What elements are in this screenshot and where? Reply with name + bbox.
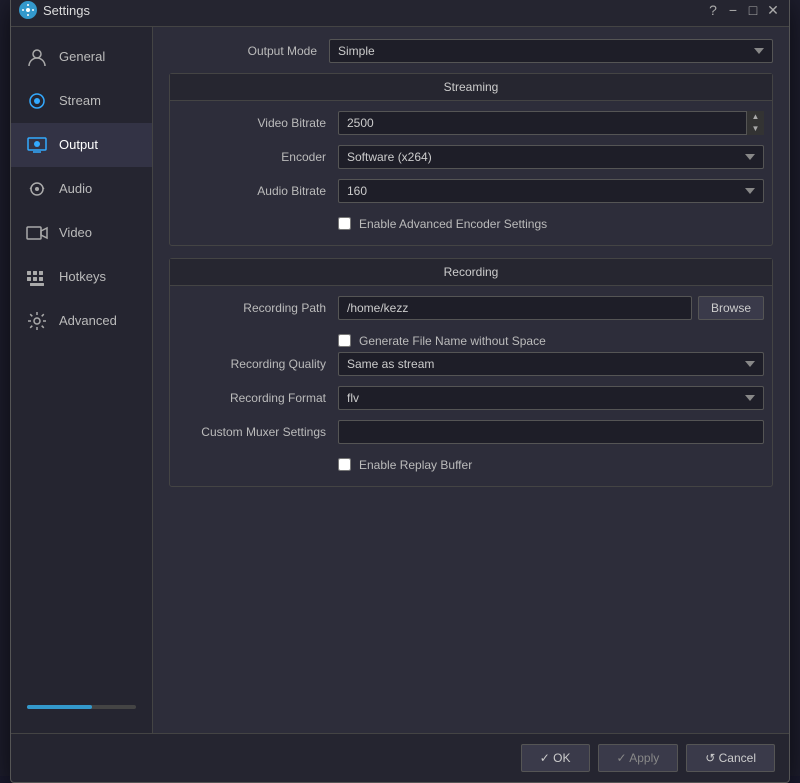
video-bitrate-up[interactable]: ▲ <box>746 111 764 123</box>
encoder-row: Encoder Software (x264) Hardware (NVENC)… <box>178 145 764 169</box>
window-controls: ? − □ ✕ <box>705 2 781 18</box>
recording-quality-label: Recording Quality <box>178 357 338 371</box>
help-button[interactable]: ? <box>705 2 721 18</box>
recording-format-label: Recording Format <box>178 391 338 405</box>
main-content: Output Mode Simple Advanced Streaming Vi… <box>153 27 789 733</box>
replay-buffer-label[interactable]: Enable Replay Buffer <box>359 458 472 472</box>
sidebar-progress-fill <box>27 705 92 709</box>
sidebar-item-stream[interactable]: Stream <box>11 79 152 123</box>
apply-button[interactable]: ✓ Apply <box>598 744 679 772</box>
recording-path-input[interactable] <box>338 296 692 320</box>
custom-muxer-label: Custom Muxer Settings <box>178 425 338 439</box>
output-icon <box>25 133 49 157</box>
video-icon <box>25 221 49 245</box>
recording-header: Recording <box>170 259 772 286</box>
recording-path-label: Recording Path <box>178 301 338 315</box>
sidebar-audio-label: Audio <box>59 181 92 196</box>
video-bitrate-spinners: ▲ ▼ <box>746 111 764 135</box>
title-bar: Settings ? − □ ✕ <box>11 0 789 27</box>
encoder-select[interactable]: Software (x264) Hardware (NVENC) Hardwar… <box>338 145 764 169</box>
general-icon <box>25 45 49 69</box>
audio-bitrate-select[interactable]: 64 96 128 160 192 256 320 <box>338 179 764 203</box>
audio-bitrate-label: Audio Bitrate <box>178 184 338 198</box>
streaming-section: Streaming Video Bitrate 2500 ▲ ▼ <box>169 73 773 246</box>
replay-buffer-checkbox[interactable] <box>338 458 351 471</box>
video-bitrate-down[interactable]: ▼ <box>746 123 764 135</box>
advanced-encoder-row: Enable Advanced Encoder Settings <box>178 213 764 235</box>
recording-quality-control: Same as stream High Quality, Medium File… <box>338 352 764 376</box>
sidebar-bottom <box>11 697 152 725</box>
generate-filename-label[interactable]: Generate File Name without Space <box>359 334 546 348</box>
replay-buffer-row: Enable Replay Buffer <box>178 454 764 476</box>
sidebar-item-hotkeys[interactable]: Hotkeys <box>11 255 152 299</box>
encoder-control: Software (x264) Hardware (NVENC) Hardwar… <box>338 145 764 169</box>
sidebar-progress-bar <box>27 705 136 709</box>
recording-path-row: Recording Path Browse <box>178 296 764 320</box>
recording-quality-select[interactable]: Same as stream High Quality, Medium File… <box>338 352 764 376</box>
streaming-body: Video Bitrate 2500 ▲ ▼ <box>170 101 772 245</box>
custom-muxer-input[interactable] <box>338 420 764 444</box>
custom-muxer-row: Custom Muxer Settings <box>178 420 764 444</box>
encoder-label: Encoder <box>178 150 338 164</box>
video-bitrate-control: 2500 ▲ ▼ <box>338 111 764 135</box>
video-bitrate-input[interactable]: 2500 <box>338 111 764 135</box>
recording-quality-row: Recording Quality Same as stream High Qu… <box>178 352 764 376</box>
audio-bitrate-control: 64 96 128 160 192 256 320 <box>338 179 764 203</box>
sidebar-advanced-label: Advanced <box>59 313 117 328</box>
path-row: Browse <box>338 296 764 320</box>
window-body: General Stream <box>11 27 789 733</box>
custom-muxer-control <box>338 420 764 444</box>
sidebar-item-output[interactable]: Output <box>11 123 152 167</box>
advanced-encoder-checkbox[interactable] <box>338 217 351 230</box>
close-button[interactable]: ✕ <box>765 2 781 18</box>
audio-bitrate-row: Audio Bitrate 64 96 128 160 192 256 320 <box>178 179 764 203</box>
sidebar-item-audio[interactable]: Audio <box>11 167 152 211</box>
generate-filename-checkbox[interactable] <box>338 334 351 347</box>
ok-button[interactable]: ✓ OK <box>521 744 590 772</box>
sidebar-stream-label: Stream <box>59 93 101 108</box>
title-bar-left: Settings <box>19 1 90 19</box>
recording-section: Recording Recording Path Browse <box>169 258 773 487</box>
sidebar-item-video[interactable]: Video <box>11 211 152 255</box>
video-bitrate-row: Video Bitrate 2500 ▲ ▼ <box>178 111 764 135</box>
audio-icon <box>25 177 49 201</box>
sidebar-video-label: Video <box>59 225 92 240</box>
window-title: Settings <box>43 3 90 18</box>
sidebar-item-general[interactable]: General <box>11 35 152 79</box>
sidebar-output-label: Output <box>59 137 98 152</box>
sidebar-general-label: General <box>59 49 105 64</box>
recording-format-control: flv mp4 mov mkv ts m3u8 <box>338 386 764 410</box>
browse-button[interactable]: Browse <box>698 296 764 320</box>
video-bitrate-label: Video Bitrate <box>178 116 338 130</box>
recording-path-control: Browse <box>338 296 764 320</box>
output-mode-select[interactable]: Simple Advanced <box>329 39 773 63</box>
maximize-button[interactable]: □ <box>745 2 761 18</box>
hotkeys-icon <box>25 265 49 289</box>
recording-format-row: Recording Format flv mp4 mov mkv ts m3u8 <box>178 386 764 410</box>
recording-body: Recording Path Browse Generate File Name… <box>170 286 772 486</box>
sidebar-hotkeys-label: Hotkeys <box>59 269 106 284</box>
advanced-icon <box>25 309 49 333</box>
cancel-button[interactable]: ↺ Cancel <box>686 744 775 772</box>
output-mode-label: Output Mode <box>169 44 329 58</box>
generate-filename-row: Generate File Name without Space <box>178 330 764 352</box>
sidebar-item-advanced[interactable]: Advanced <box>11 299 152 343</box>
output-mode-row: Output Mode Simple Advanced <box>169 39 773 63</box>
output-mode-control: Simple Advanced <box>329 39 773 63</box>
sidebar: General Stream <box>11 27 153 733</box>
settings-icon <box>19 1 37 19</box>
window-footer: ✓ OK ✓ Apply ↺ Cancel <box>11 733 789 782</box>
streaming-header: Streaming <box>170 74 772 101</box>
video-bitrate-wrapper: 2500 ▲ ▼ <box>338 111 764 135</box>
advanced-encoder-label[interactable]: Enable Advanced Encoder Settings <box>359 217 547 231</box>
stream-icon <box>25 89 49 113</box>
recording-format-select[interactable]: flv mp4 mov mkv ts m3u8 <box>338 386 764 410</box>
settings-window: Settings ? − □ ✕ General <box>10 0 790 783</box>
minimize-button[interactable]: − <box>725 2 741 18</box>
